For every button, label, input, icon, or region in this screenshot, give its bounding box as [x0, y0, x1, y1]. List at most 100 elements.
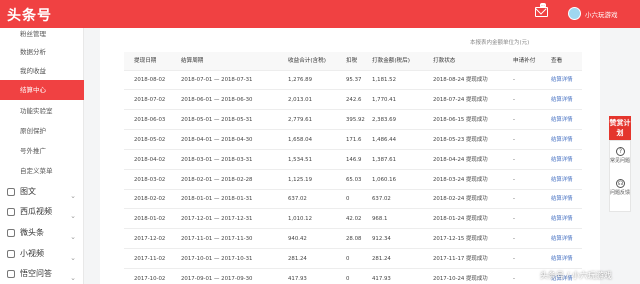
table-cell-supp: - [513, 77, 515, 83]
short-video-icon [7, 250, 15, 258]
sidebar-item-analytics[interactable]: 数据分析 [0, 42, 84, 62]
table-cell-status: 2018-01-24 提现成功 [433, 216, 488, 223]
table-cell-total: 1,534.51 [288, 156, 313, 163]
help-icon[interactable]: ? [616, 147, 625, 156]
table-cell-total: 281.24 [288, 256, 307, 263]
sidebar-group-video[interactable]: 西瓜视频 ⌄ [0, 202, 84, 222]
sidebar-group-article[interactable]: 图文 ⌄ [0, 182, 84, 202]
sidebar-item-original[interactable]: 原创保护 [0, 121, 84, 141]
settlement-detail-link[interactable]: 结算详情 [551, 151, 573, 170]
reward-plan-badge[interactable]: 赞赏计划 [609, 116, 631, 140]
settlement-detail-link[interactable]: 结算详情 [551, 111, 573, 130]
table-cell-tax: 95.37 [346, 77, 362, 83]
table-cell-total: 417.93 [288, 276, 307, 282]
sidebar-group-label: 西瓜视频 [20, 207, 52, 216]
table-cell-period: 2018-02-01 — 2018-02-28 [181, 176, 253, 183]
table-header: 提现日期 结算周期 收益合计(含税) 扣税 打款金额(税后) 打款状态 申请补付… [124, 52, 582, 71]
table-cell-tax: 146.9 [346, 156, 362, 163]
mail-badge: ··· [540, 3, 546, 8]
sidebar-group-label: 小视频 [20, 249, 44, 258]
settlement-detail-link[interactable]: 结算详情 [551, 210, 573, 229]
table-cell-date: 2018-06-03 [134, 116, 166, 123]
table-cell-paid: 281.24 [372, 256, 391, 263]
settlement-detail-link[interactable]: 结算详情 [551, 250, 573, 269]
col-header: 申请补付 [513, 58, 536, 64]
settlement-detail-link[interactable]: 结算详情 [551, 91, 573, 110]
table-cell-tax: 395.92 [346, 116, 365, 123]
table-cell-status: 2018-02-24 提现成功 [433, 196, 488, 203]
table-cell-date: 2018-08-02 [134, 77, 166, 83]
sidebar-item-settlement[interactable]: 结算中心 [0, 80, 84, 100]
table-cell-total: 1,276.89 [288, 77, 313, 83]
table-cell-date: 2018-01-02 [134, 216, 166, 223]
qa-icon [7, 270, 15, 278]
sidebar-group-short-video[interactable]: 小视频 ⌄ [0, 244, 84, 264]
table-cell-paid: 912.34 [372, 236, 391, 243]
feedback-icon[interactable]: ☊ [616, 179, 625, 188]
table-cell-period: 2017-11-01 — 2017-11-30 [181, 236, 253, 243]
table-cell-paid: 417.93 [372, 276, 391, 282]
table-cell-supp: - [513, 136, 515, 143]
sidebar-group-weitoutiao[interactable]: 微头条 ⌄ [0, 223, 84, 243]
table-cell-supp: - [513, 96, 515, 103]
table-cell-total: 2,013.01 [288, 96, 313, 103]
mail-icon[interactable] [535, 7, 548, 17]
table-cell-status: 2017-11-17 提现成功 [433, 256, 488, 263]
col-header: 提现日期 [134, 58, 157, 64]
table-row: 2018-08-02 2018-07-01 — 2018-07-31 1,276.8… [124, 71, 582, 90]
sidebar-group-label: 微头条 [20, 228, 44, 237]
top-bar: 头条号 ··· 小六玩游戏 [0, 0, 640, 28]
sidebar-item-earnings[interactable]: 我的收益 [0, 61, 84, 81]
watermark: 头条号 / 小六玩游戏 [540, 271, 612, 280]
settlement-detail-link[interactable]: 结算详情 [551, 171, 573, 190]
table-row: 2018-03-02 2018-02-01 — 2018-02-28 1,125.1… [124, 171, 582, 190]
col-header: 打款金额(税后) [372, 58, 410, 64]
float-help-panel: ? 常见问题 ☊ 问题反馈 [609, 140, 631, 212]
table-cell-period: 2017-12-01 — 2017-12-31 [181, 216, 253, 223]
avatar[interactable] [568, 7, 581, 20]
table-cell-date: 2017-11-02 [134, 256, 166, 263]
table-cell-tax: 0 [346, 276, 350, 282]
table-cell-total: 637.02 [288, 196, 307, 203]
settlement-detail-link[interactable]: 结算详情 [551, 71, 573, 90]
settlement-detail-link[interactable]: 结算详情 [551, 230, 573, 249]
table-cell-paid: 1,181.52 [372, 77, 397, 83]
table-cell-status: 2018-05-23 提现成功 [433, 136, 488, 143]
sidebar-item-lab[interactable]: 功能实验室 [0, 101, 84, 121]
table-cell-supp: - [513, 276, 515, 282]
logo[interactable]: 头条号 [7, 5, 52, 25]
table-row: 2017-10-02 2017-09-01 — 2017-09-30 417.93 0… [124, 270, 582, 284]
table-cell-status: 2018-03-24 提现成功 [433, 176, 488, 183]
sidebar-item-menu[interactable]: 自定义菜单 [0, 161, 84, 181]
weitoutiao-icon [7, 229, 15, 237]
table-cell-supp: - [513, 256, 515, 263]
table-cell-date: 2017-12-02 [134, 236, 166, 243]
table-row: 2018-07-02 2018-06-01 — 2018-06-30 2,013.0… [124, 91, 582, 110]
table-cell-status: 2017-12-15 提现成功 [433, 236, 488, 243]
table-cell-period: 2018-04-01 — 2018-04-30 [181, 136, 253, 143]
table-cell-period: 2018-01-01 — 2018-01-31 [181, 196, 253, 203]
feedback-label[interactable]: 问题反馈 [610, 190, 630, 196]
table-cell-supp: - [513, 156, 515, 163]
table-cell-date: 2018-07-02 [134, 96, 166, 103]
sidebar-item-fans[interactable]: 粉丝管理 [0, 24, 84, 44]
help-label[interactable]: 常见问题 [610, 158, 630, 164]
col-header: 收益合计(含税) [288, 58, 326, 64]
sidebar: 粉丝管理 数据分析 我的收益 结算中心 功能实验室 原创保护 号外推广 自定义菜… [0, 28, 84, 284]
settlement-detail-link[interactable]: 结算详情 [551, 190, 573, 209]
table-cell-period: 2017-10-01 — 2017-10-31 [181, 256, 253, 263]
table-cell-paid: 968.1 [372, 216, 388, 223]
article-icon [7, 188, 15, 196]
settlement-detail-link[interactable]: 结算详情 [551, 131, 573, 150]
table-cell-status: 2017-10-24 提现成功 [433, 276, 488, 282]
sidebar-group-label: 悟空问答 [20, 269, 52, 278]
table-cell-status: 2018-06-15 提现成功 [433, 116, 488, 123]
table-cell-tax: 171.6 [346, 136, 362, 143]
table-cell-total: 1,658.04 [288, 136, 313, 143]
sidebar-group-wukong[interactable]: 悟空问答 ⌄ [0, 264, 84, 284]
table-row: 2017-11-02 2017-10-01 — 2017-10-31 281.24 0… [124, 250, 582, 270]
table-cell-period: 2018-05-01 — 2018-05-31 [181, 116, 253, 123]
table-row: 2017-12-02 2017-11-01 — 2017-11-30 940.42 2… [124, 230, 582, 250]
sidebar-item-promotion[interactable]: 号外推广 [0, 141, 84, 161]
username[interactable]: 小六玩游戏 [585, 9, 618, 19]
